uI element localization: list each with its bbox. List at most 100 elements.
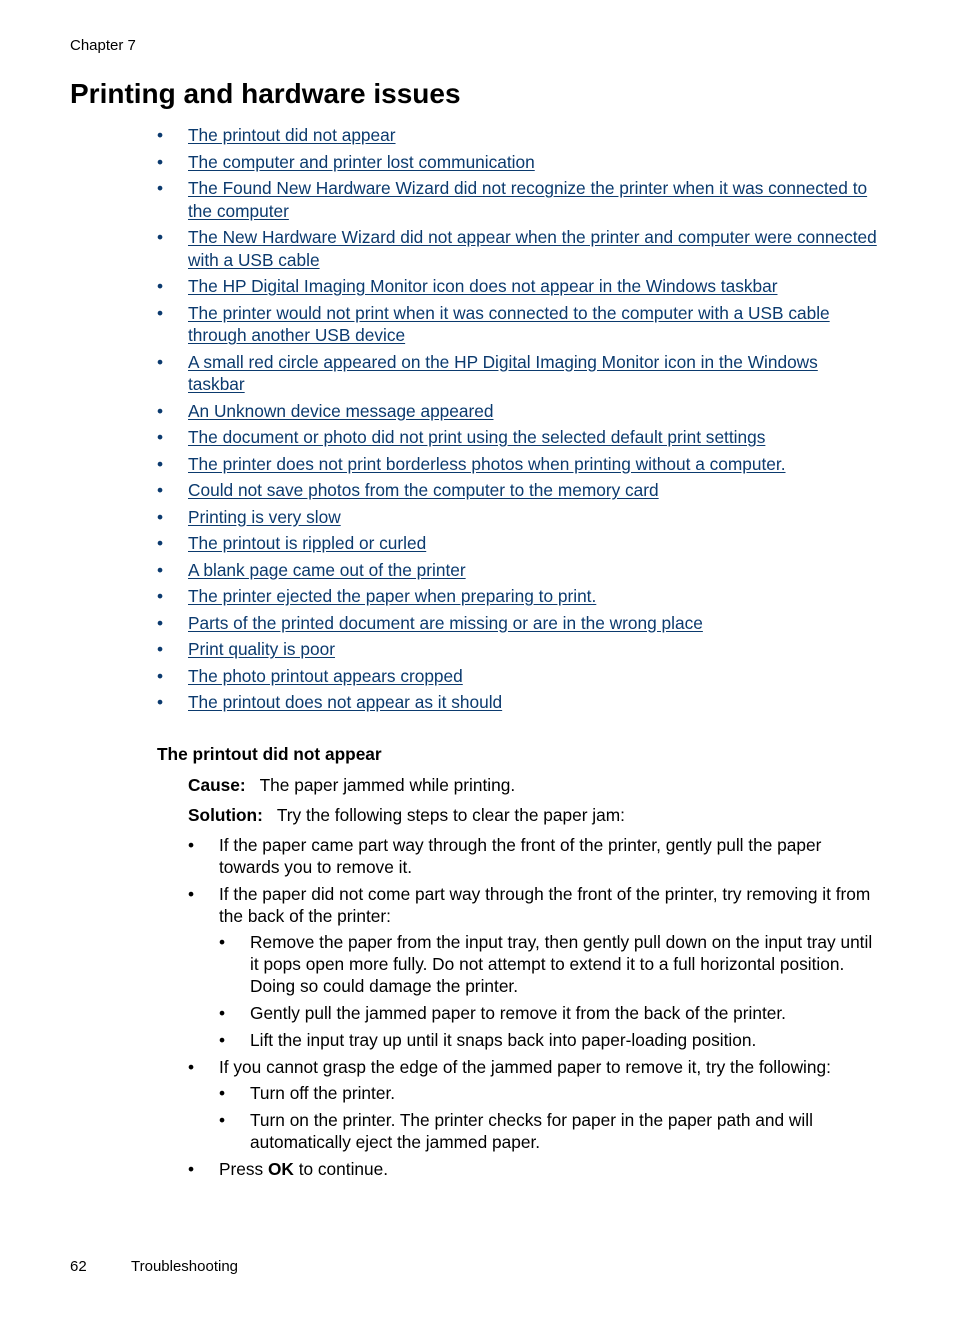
toc-item: • The photo printout appears cropped — [157, 665, 877, 688]
toc-link[interactable]: The printout does not appear as it shoul… — [188, 692, 502, 712]
toc-link[interactable]: Print quality is poor — [188, 639, 335, 659]
sub-steps: • Turn off the printer. • Turn on the prin… — [219, 1082, 877, 1153]
bullet-icon: • — [157, 178, 164, 198]
toc-link[interactable]: An Unknown device message appeared — [188, 401, 494, 421]
toc-link[interactable]: The document or photo did not print usin… — [188, 427, 765, 447]
sub-steps: • Remove the paper from the input tray, t… — [219, 931, 877, 1051]
toc-item: • The printout does not appear as it shou… — [157, 691, 877, 714]
toc-link[interactable]: The printout did not appear — [188, 125, 396, 145]
toc-item: • Printing is very slow — [157, 506, 877, 529]
step-text: If the paper came part way through the f… — [219, 835, 822, 877]
bullet-icon: • — [219, 1003, 226, 1023]
solution-text: Try the following steps to clear the pap… — [276, 805, 625, 825]
toc-link[interactable]: The photo printout appears cropped — [188, 666, 463, 686]
topic-link-list: • The printout did not appear • The comput… — [157, 124, 877, 718]
bullet-icon: • — [157, 586, 164, 606]
sub-step-item: • Turn on the printer. The printer checks… — [219, 1109, 877, 1153]
toc-link[interactable]: The Found New Hardware Wizard did not re… — [188, 178, 867, 221]
bullet-icon: • — [157, 427, 164, 447]
bullet-icon: • — [157, 639, 164, 659]
toc-link[interactable]: The printer does not print borderless ph… — [188, 454, 786, 474]
bullet-icon: • — [157, 302, 164, 323]
section-heading: The printout did not appear — [157, 744, 382, 764]
bullet-icon: • — [157, 480, 164, 500]
bullet-icon: • — [157, 559, 164, 580]
bullet-icon: • — [219, 1110, 226, 1130]
toc-item: • The New Hardware Wizard did not appear … — [157, 226, 877, 271]
bullet-icon: • — [157, 533, 164, 553]
toc-item: • An Unknown device message appeared — [157, 400, 877, 423]
footer-section-label: Troubleshooting — [131, 1258, 239, 1275]
toc-item: • The Found New Hardware Wizard did not r… — [157, 177, 877, 222]
toc-link[interactable]: The computer and printer lost communicat… — [188, 152, 535, 172]
page-number: 62 — [70, 1258, 87, 1275]
toc-link[interactable]: Printing is very slow — [188, 507, 341, 527]
toc-item: • Parts of the printed document are missi… — [157, 612, 877, 635]
toc-link[interactable]: The HP Digital Imaging Monitor icon does… — [188, 276, 777, 296]
step-text-before: Press — [219, 1159, 268, 1179]
sub-step-item: • Remove the paper from the input tray, t… — [219, 931, 877, 997]
chapter-label: Chapter 7 — [70, 37, 136, 54]
solution-paragraph: Solution: Try the following steps to clea… — [188, 804, 877, 826]
toc-link[interactable]: The printer ejected the paper when prepa… — [188, 586, 596, 606]
sub-step-text: Gently pull the jammed paper to remove i… — [250, 1003, 786, 1023]
toc-item: • The printer would not print when it was… — [157, 302, 877, 347]
step-text: If you cannot grasp the edge of the jamm… — [219, 1057, 831, 1077]
bullet-icon: • — [157, 506, 164, 527]
toc-link[interactable]: A blank page came out of the printer — [188, 560, 466, 580]
toc-item: • A small red circle appeared on the HP D… — [157, 351, 877, 396]
bullet-icon: • — [157, 276, 164, 296]
cause-label: Cause: — [188, 775, 246, 795]
toc-item: • The printout did not appear — [157, 124, 877, 147]
step-item: • If the paper came part way through the… — [188, 834, 877, 878]
toc-item: • Could not save photos from the computer… — [157, 479, 877, 502]
sub-step-text: Turn on the printer. The printer checks … — [250, 1110, 813, 1152]
toc-link[interactable]: Parts of the printed document are missin… — [188, 613, 703, 633]
toc-item: • The printer does not print borderless p… — [157, 453, 877, 476]
bullet-icon: • — [157, 151, 164, 172]
solution-steps: • If the paper came part way through the… — [188, 834, 877, 1180]
toc-item: • The printer ejected the paper when prep… — [157, 585, 877, 608]
bullet-icon: • — [188, 884, 195, 904]
bullet-icon: • — [157, 400, 164, 421]
toc-item: • The HP Digital Imaging Monitor icon doe… — [157, 275, 877, 298]
bullet-icon: • — [219, 1083, 226, 1103]
sub-step-item: • Lift the input tray up until it snaps b… — [219, 1029, 877, 1051]
page-title: Printing and hardware issues — [70, 78, 461, 109]
ok-button-label: OK — [267, 1159, 294, 1179]
toc-item: • The computer and printer lost communica… — [157, 151, 877, 174]
step-text-after: to continue. — [293, 1159, 389, 1179]
toc-link[interactable]: A small red circle appeared on the HP Di… — [188, 352, 818, 395]
solution-label: Solution: — [188, 805, 263, 825]
bullet-icon: • — [188, 1057, 195, 1077]
toc-link[interactable]: Could not save photos from the computer … — [188, 480, 659, 500]
toc-item: • A blank page came out of the printer — [157, 559, 877, 582]
toc-item: • Print quality is poor — [157, 638, 877, 661]
bullet-icon: • — [157, 125, 164, 145]
cause-text: The paper jammed while printing. — [259, 775, 516, 795]
section-printout-did-not-appear: The printout did not appear Cause: The pa… — [157, 743, 877, 1185]
step-text: If the paper did not come part way throu… — [219, 884, 871, 926]
bullet-icon: • — [157, 692, 164, 712]
toc-link[interactable]: The New Hardware Wizard did not appear w… — [188, 227, 877, 270]
bullet-icon: • — [188, 1159, 195, 1179]
sub-step-text: Turn off the printer. — [250, 1083, 396, 1103]
bullet-icon: • — [188, 835, 195, 855]
bullet-icon: • — [219, 932, 226, 952]
toc-item: • The printout is rippled or curled — [157, 532, 877, 555]
step-item: • If you cannot grasp the edge of the ja… — [188, 1056, 877, 1153]
bullet-icon: • — [157, 227, 164, 247]
toc-link[interactable]: The printout is rippled or curled — [188, 533, 426, 553]
bullet-icon: • — [219, 1030, 226, 1050]
sub-step-item: • Turn off the printer. — [219, 1082, 877, 1104]
step-item: • If the paper did not come part way thr… — [188, 883, 877, 1051]
bullet-icon: • — [157, 453, 164, 474]
bullet-icon: • — [157, 351, 164, 372]
toc-item: • The document or photo did not print usi… — [157, 426, 877, 449]
bullet-icon: • — [157, 612, 164, 633]
step-item: • Press OK to continue. — [188, 1158, 877, 1180]
sub-step-item: • Gently pull the jammed paper to remove … — [219, 1002, 877, 1024]
sub-step-text: Remove the paper from the input tray, th… — [250, 932, 873, 996]
sub-step-text: Lift the input tray up until it snaps ba… — [250, 1030, 757, 1050]
toc-link[interactable]: The printer would not print when it was … — [188, 303, 830, 346]
